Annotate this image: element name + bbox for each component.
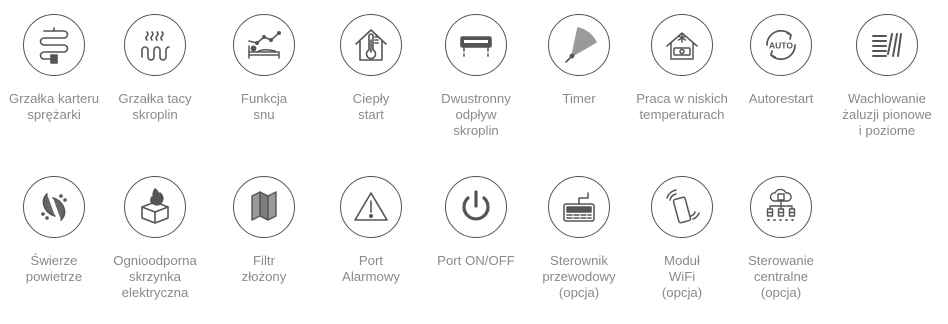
- two-way-drain-icon: [445, 14, 507, 76]
- feature-autorestart: AUTO Autorestart: [729, 14, 833, 107]
- feature-fresh-air: Świerze powietrze: [2, 176, 106, 285]
- feature-label: Ognioodporna skrzynka elektryczna: [113, 253, 197, 300]
- central-control-icon: [750, 176, 812, 238]
- timer-icon: [548, 14, 610, 76]
- warm-start-icon: [340, 14, 402, 76]
- fireproof-box-icon: [124, 176, 186, 238]
- feature-low-temperature-operation: Praca w niskich temperaturach: [630, 14, 734, 123]
- feature-power-port: Port ON/OFF: [424, 176, 528, 269]
- feature-label: Moduł WiFi (opcja): [661, 253, 703, 300]
- feature-sleep-function: Funkcja snu: [212, 14, 316, 123]
- low-temperature-operation-icon: [651, 14, 713, 76]
- compressor-heater-icon: [23, 14, 85, 76]
- alarm-port-icon: [340, 176, 402, 238]
- folded-filter-icon: [233, 176, 295, 238]
- autorestart-icon: AUTO: [750, 14, 812, 76]
- feature-two-way-drain: Dwustronny odpływ skroplin: [424, 14, 528, 139]
- feature-label: Filtr złożony: [241, 253, 287, 284]
- feature-alarm-port: Port Alarmowy: [319, 176, 423, 285]
- feature-wired-controller: Sterownik przewodowy (opcja): [527, 176, 631, 301]
- feature-label: Port Alarmowy: [342, 253, 400, 284]
- condensate-tray-heater-icon: [124, 14, 186, 76]
- feature-label: Dwustronny odpływ skroplin: [441, 91, 511, 138]
- fresh-air-icon: [23, 176, 85, 238]
- feature-wifi-module: Moduł WiFi (opcja): [630, 176, 734, 301]
- feature-label: Autorestart: [748, 91, 814, 106]
- feature-label: Sterowanie centralne (opcja): [748, 253, 814, 300]
- feature-label: Wachlowanie żaluzji pionowe i poziome: [842, 91, 932, 138]
- feature-label: Timer: [562, 91, 596, 106]
- feature-louver-swing: Wachlowanie żaluzji pionowe i poziome: [835, 14, 939, 139]
- feature-compressor-heater: Grzałka karteru sprężarki: [2, 14, 106, 123]
- louver-swing-icon: [856, 14, 918, 76]
- feature-folded-filter: Filtr złożony: [212, 176, 316, 285]
- feature-fireproof-box: Ognioodporna skrzynka elektryczna: [103, 176, 207, 301]
- svg-text:AUTO: AUTO: [769, 41, 793, 51]
- feature-label: Praca w niskich temperaturach: [636, 91, 728, 122]
- sleep-function-icon: [233, 14, 295, 76]
- feature-label: Świerze powietrze: [25, 253, 83, 284]
- feature-label: Grzałka tacy skroplin: [118, 91, 192, 122]
- wifi-module-icon: [651, 176, 713, 238]
- feature-label: Sterownik przewodowy (opcja): [542, 253, 616, 300]
- feature-central-control: Sterowanie centralne (opcja): [729, 176, 833, 301]
- power-port-icon: [445, 176, 507, 238]
- feature-condensate-tray-heater: Grzałka tacy skroplin: [103, 14, 207, 123]
- feature-timer: Timer: [527, 14, 631, 107]
- feature-label: Ciepły start: [352, 91, 390, 122]
- wired-controller-icon: [548, 176, 610, 238]
- feature-label: Port ON/OFF: [437, 253, 515, 268]
- feature-warm-start: Ciepły start: [319, 14, 423, 123]
- feature-label: Funkcja snu: [240, 91, 288, 122]
- feature-label: Grzałka karteru sprężarki: [8, 91, 100, 122]
